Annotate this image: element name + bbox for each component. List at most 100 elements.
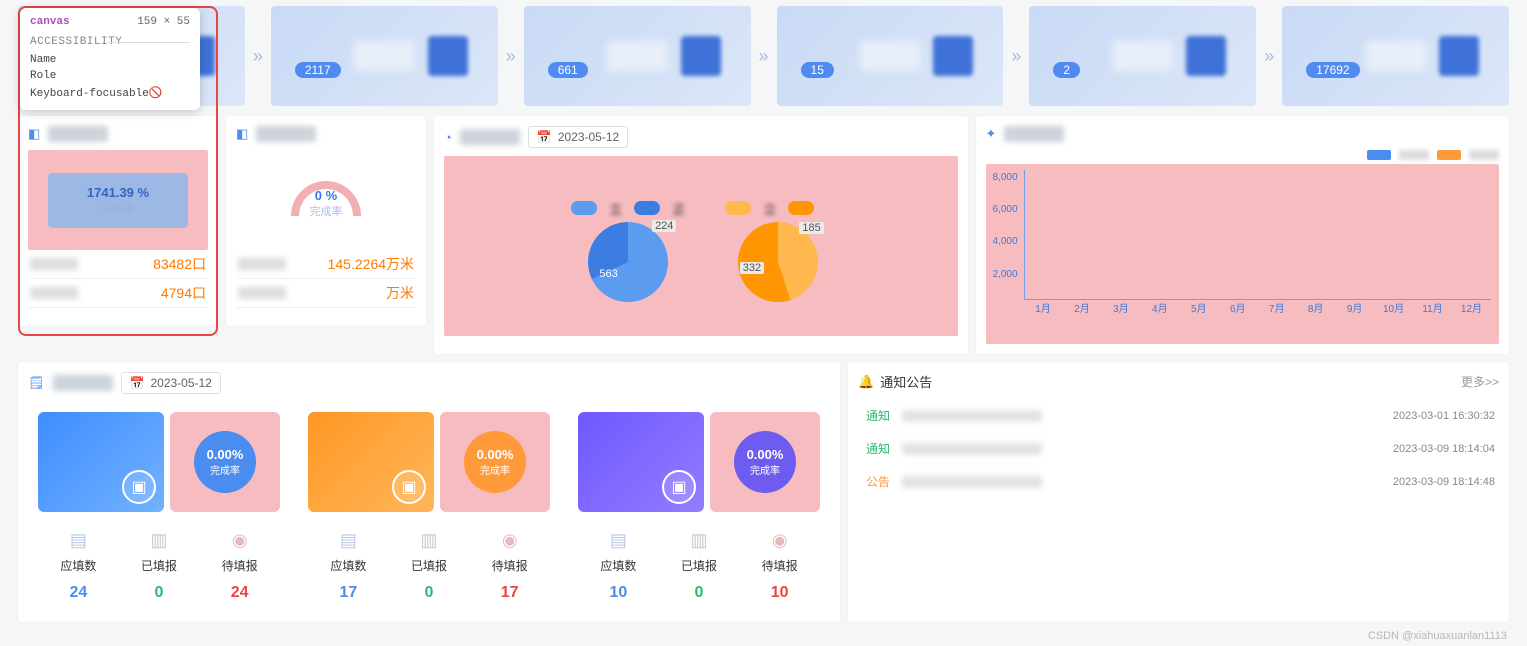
stat-value: 83482口 <box>153 254 206 274</box>
chevron-right-icon: » <box>1264 6 1274 106</box>
alert-icon: ◉ <box>199 530 280 551</box>
notice-title-blur <box>902 410 1042 422</box>
summary-badge: 15 <box>801 62 834 78</box>
tooltip-row: Role <box>30 68 190 84</box>
gauge-panel-1: ◧ 1741.39 % 完成率 83482口 4794口 <box>18 116 218 326</box>
summary-card[interactable]: 2 <box>1029 6 1256 106</box>
stat-value: 10 <box>578 584 659 602</box>
stat-label: 待填报 <box>469 557 550 574</box>
task-image: ▣ <box>578 412 704 512</box>
stat-label: 应填数 <box>308 557 389 574</box>
chart-icon: ◧ <box>236 126 248 142</box>
notice-item[interactable]: 通知2023-03-01 16:30:32 <box>858 399 1499 432</box>
clipboard-icon: ▥ <box>119 530 200 551</box>
notice-title-blur <box>902 476 1042 488</box>
legend-swatch <box>1367 150 1391 160</box>
notice-time: 2023-03-09 18:14:48 <box>1393 476 1495 488</box>
gauge-value: 1741.39 % <box>87 185 149 200</box>
task-gauge: 0.00%完成率 <box>170 412 280 512</box>
summary-card[interactable]: 2117 <box>271 6 498 106</box>
notice-tag: 公告 <box>862 473 894 490</box>
task-card[interactable]: ▣ 0.00%完成率 ▤应填数10 ▥已填报0 ◉待填报10 <box>568 402 830 612</box>
task-type-icon: ▣ <box>662 470 696 504</box>
summary-badge: 2117 <box>295 62 341 78</box>
task-card[interactable]: ▣ 0.00%完成率 ▤应填数17 ▥已填报0 ◉待填报17 <box>298 402 560 612</box>
stat-label <box>30 258 78 270</box>
summary-card[interactable]: 15 <box>777 6 1004 106</box>
legend-swatch <box>725 201 751 215</box>
stat-value: 17 <box>469 584 550 602</box>
doc-icon: ▤ <box>38 530 119 551</box>
task-card[interactable]: ▣ 0.00%完成率 ▤应填数24 ▥已填报0 ◉待填报24 <box>28 402 290 612</box>
summary-icon <box>428 36 468 76</box>
stat-label <box>30 287 78 299</box>
stat-label: 待填报 <box>739 557 820 574</box>
task-gauge: 0.00%完成率 <box>710 412 820 512</box>
pie-chart: 185 332 <box>738 222 818 302</box>
doc-icon: ▤ <box>578 530 659 551</box>
tooltip-element-tag: canvas <box>30 16 70 28</box>
stat-value: 0 <box>389 584 470 602</box>
task-gauge: 0.00%完成率 <box>440 412 550 512</box>
stat-label: 待填报 <box>199 557 280 574</box>
summary-card[interactable]: 17692 <box>1282 6 1509 106</box>
stat-value: 145.2264万米 <box>328 254 414 274</box>
notice-tag: 通知 <box>862 407 894 424</box>
stat-value: 10 <box>739 584 820 602</box>
panel-title <box>1004 126 1064 142</box>
stat-value: 24 <box>199 584 280 602</box>
calendar-icon: 📅 <box>537 130 552 144</box>
legend-swatch <box>1437 150 1461 160</box>
date-picker[interactable]: 📅2023-05-12 <box>121 372 221 394</box>
task-type-icon: ▣ <box>392 470 426 504</box>
alert-icon: ◉ <box>469 530 550 551</box>
notice-title-blur <box>902 443 1042 455</box>
chart-icon: ◧ <box>28 126 40 142</box>
chevron-right-icon: » <box>1011 6 1021 106</box>
gauge-panel-2: ◧ 0 % 完成率 145.2264万米 万米 <box>226 116 426 326</box>
notice-time: 2023-03-09 18:14:04 <box>1393 443 1495 455</box>
panel-title <box>53 375 113 391</box>
task-type-icon: ▣ <box>122 470 156 504</box>
stat-label: 已填报 <box>389 557 470 574</box>
panel-title <box>460 129 520 145</box>
stat-value: 0 <box>119 584 200 602</box>
summary-icon <box>933 36 973 76</box>
summary-card[interactable]: 661 <box>524 6 751 106</box>
notice-panel: 🔔通知公告 更多>> 通知2023-03-01 16:30:32通知2023-0… <box>848 362 1509 622</box>
stat-value: 4794口 <box>161 283 206 303</box>
more-link[interactable]: 更多>> <box>1461 373 1499 390</box>
gauge-sub: 完成率 <box>310 203 343 219</box>
summary-card-row: 4 » 2117 » 661 » 15 » 2 » 17692 <box>0 0 1527 112</box>
tooltip-dimensions: 159 × 55 <box>137 16 190 28</box>
chevron-right-icon: » <box>759 6 769 106</box>
stat-value: 17 <box>308 584 389 602</box>
notice-title: 通知公告 <box>880 372 932 391</box>
person-icon: ✦ <box>986 126 997 142</box>
task-image: ▣ <box>308 412 434 512</box>
stat-label: 已填报 <box>659 557 740 574</box>
tooltip-row: Name <box>30 52 190 68</box>
panel-title <box>256 126 316 142</box>
bar-panel: ✦ 8,000 6,000 4,000 2,000 1月2月3月4月5月6月7月… <box>976 116 1510 354</box>
calendar-icon: 📅 <box>130 376 145 390</box>
notice-item[interactable]: 通知 2023-03-09 18:14:04 <box>858 432 1499 465</box>
gauge-value: 0 % <box>315 188 337 203</box>
notice-item[interactable]: 公告 2023-03-09 18:14:48 <box>858 465 1499 498</box>
gauge-canvas: 1741.39 % 完成率 <box>48 173 188 228</box>
tooltip-row: Keyboard-focusable🚫 <box>30 84 190 102</box>
stat-label: 应填数 <box>578 557 659 574</box>
footer-credit: CSDN @xiahuaxuanlan1113 <box>0 626 1527 646</box>
date-picker[interactable]: 📅2023-05-12 <box>528 126 628 148</box>
bell-icon: 🔔 <box>858 374 874 390</box>
gauge-sub: 完成率 <box>102 200 135 216</box>
notice-tag: 通知 <box>862 440 894 457</box>
stat-label <box>238 258 286 270</box>
stat-value: 0 <box>659 584 740 602</box>
chevron-right-icon: » <box>253 6 263 106</box>
tooltip-section: ACCESSIBILITY <box>30 36 190 48</box>
task-panel: 🗒 📅2023-05-12 ▣ 0.00%完成率 ▤应填数24 ▥已填报0 ◉待… <box>18 362 840 622</box>
chevron-right-icon: » <box>506 6 516 106</box>
stat-label: 应填数 <box>38 557 119 574</box>
summary-badge: 17692 <box>1306 62 1359 78</box>
